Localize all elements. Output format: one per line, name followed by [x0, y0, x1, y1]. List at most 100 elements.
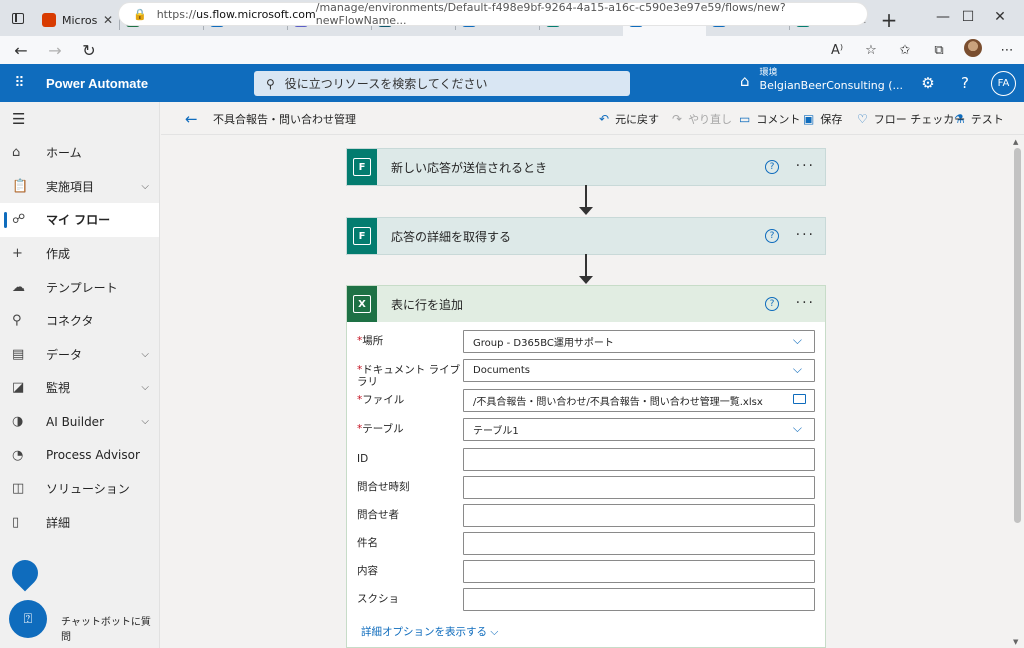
field-dropdown[interactable]: テーブル1 ⌵ [463, 418, 815, 441]
url-field[interactable]: 🔒 https://us.flow.microsoft.com/manage/e… [118, 1, 868, 27]
chevron-down-icon[interactable]: ⌵ [141, 416, 149, 427]
field-input[interactable] [463, 504, 815, 527]
app-launcher-icon[interactable]: ⠿ [0, 75, 40, 91]
search-input[interactable]: ⚲ 役に立つリソースを検索してください [254, 71, 630, 96]
nav-item[interactable]: ◫ ソリューション [0, 472, 159, 506]
back-icon[interactable]: ← [4, 36, 38, 64]
field-input[interactable] [463, 532, 815, 555]
field-label: 内容 [357, 565, 467, 577]
help-icon[interactable]: ? [947, 64, 983, 102]
hamburger-menu-icon[interactable]: ☰ [0, 102, 159, 136]
url-host: us.flow.microsoft.com [196, 7, 316, 21]
redo-button[interactable]: ↷ やり直し [672, 111, 732, 127]
folder-icon[interactable] [793, 394, 806, 404]
field-label-text: 内容 [357, 565, 378, 577]
collections-icon[interactable]: ⧉ [922, 43, 956, 58]
app-name[interactable]: Power Automate [46, 76, 148, 91]
help-icon[interactable]: ? [765, 160, 779, 174]
nav-item[interactable]: ☍ マイ フロー [0, 203, 159, 237]
nav-item[interactable]: ☁ テンプレート [0, 270, 159, 304]
field-label: *ファイル [357, 394, 467, 406]
field-label: スクショ [357, 593, 467, 605]
more-options-icon[interactable]: ··· [796, 158, 815, 174]
form-row: 問合せ時刻 [347, 476, 827, 500]
test-button[interactable]: ⚗ テスト [954, 111, 1004, 127]
save-icon: ▣ [803, 112, 815, 126]
field-input[interactable] [463, 448, 815, 471]
left-navigation: ☰ ⌂ ホーム 📋 実施項目 ⌵ ☍ マイ フロー + 作成 ☁ テンプレート ⚲ コネクタ ▤ データ ⌵ ◪… [0, 102, 160, 648]
close-window-icon[interactable]: ✕ [977, 0, 1023, 34]
scrollbar-thumb[interactable] [1014, 148, 1021, 523]
more-icon[interactable]: ⋯ [990, 43, 1024, 58]
field-dropdown[interactable]: Documents ⌵ [463, 359, 815, 382]
show-advanced-options-link[interactable]: 詳細オプションを表示する ⌵ [361, 624, 498, 639]
profile-avatar[interactable] [956, 39, 990, 61]
settings-icon[interactable]: ⚙ [910, 64, 946, 102]
browser-tab[interactable]: Micros ✕ [36, 4, 119, 36]
form-row: ID [347, 448, 827, 472]
flow-title[interactable]: 不具合報告・問い合わせ管理 [213, 111, 356, 127]
lock-icon[interactable]: 🔒 [133, 8, 147, 21]
undo-button[interactable]: ↶ 元に戻す [599, 111, 659, 127]
field-dropdown[interactable]: Group - D365BC運用サポート ⌵ [463, 330, 815, 353]
forward-icon[interactable]: → [38, 36, 72, 64]
nav-item-label: マイ フロー [46, 213, 111, 228]
clipboard-icon: 📋 [12, 178, 29, 194]
chevron-down-icon[interactable]: ⌵ [793, 362, 802, 377]
user-avatar[interactable]: FA [991, 71, 1016, 96]
nav-item[interactable]: ◔ Process Advisor [0, 438, 159, 472]
chevron-down-icon[interactable]: ⌵ [141, 349, 149, 360]
action-title: 表に行を追加 [391, 297, 464, 312]
nav-item[interactable]: ▯ 詳細 [0, 506, 159, 540]
scroll-down-icon[interactable]: ▼ [1013, 638, 1018, 646]
field-value: /不具合報告・問い合わせ/不具合報告・問い合わせ管理一覧.xlsx [473, 397, 763, 408]
nav-item[interactable]: + 作成 [0, 237, 159, 271]
get-response-details-card[interactable]: F 応答の詳細を取得する ? ··· [346, 217, 826, 255]
trigger-card[interactable]: F 新しい応答が送信されるとき ? ··· [346, 148, 826, 186]
chevron-down-icon[interactable]: ⌵ [793, 421, 802, 436]
nav-item[interactable]: ◪ 監視 ⌵ [0, 371, 159, 405]
chevron-down-icon[interactable]: ⌵ [141, 382, 149, 393]
more-options-icon[interactable]: ··· [796, 227, 815, 243]
new-tab-button[interactable]: + [873, 4, 905, 36]
field-input[interactable] [463, 476, 815, 499]
field-input[interactable] [463, 588, 815, 611]
form-row: 件名 [347, 532, 827, 556]
chevron-down-icon[interactable]: ⌵ [793, 333, 802, 348]
more-options-icon[interactable]: ··· [796, 295, 815, 311]
nav-item[interactable]: 📋 実施項目 ⌵ [0, 170, 159, 204]
help-icon[interactable]: ? [765, 229, 779, 243]
file-path-field[interactable]: /不具合報告・問い合わせ/不具合報告・問い合わせ管理一覧.xlsx [463, 389, 815, 412]
nav-item-label: 実施項目 [46, 179, 95, 194]
back-arrow-icon[interactable]: ← [185, 110, 198, 128]
comment-button[interactable]: ▭ コメント [739, 111, 800, 127]
nav-item[interactable]: ⌂ ホーム [0, 136, 159, 170]
read-aloud-icon[interactable]: A⁾ [820, 43, 854, 58]
nav-item-label: 監視 [46, 381, 71, 396]
refresh-icon[interactable]: ↻ [72, 36, 106, 64]
monitor-icon: ◪ [12, 380, 25, 396]
save-button[interactable]: ▣ 保存 [803, 111, 842, 127]
nav-item[interactable]: ◑ AI Builder ⌵ [0, 405, 159, 439]
field-label: *場所 [357, 335, 467, 347]
chevron-down-icon[interactable]: ⌵ [141, 181, 149, 192]
field-input[interactable] [463, 560, 815, 583]
favorite-star-icon[interactable]: ☆ [854, 43, 888, 58]
favorites-icon[interactable]: ✩ [888, 43, 922, 58]
help-icon[interactable]: ? [765, 297, 779, 311]
close-tab-icon[interactable]: ✕ [103, 13, 113, 27]
nav-item[interactable]: ▤ データ ⌵ [0, 338, 159, 372]
database-icon: ▤ [12, 346, 25, 362]
environment-picker[interactable]: ⌂ 環境 BelgianBeerConsulting (... [740, 68, 903, 93]
connector-icon: ⚲ [12, 313, 22, 329]
scroll-up-icon[interactable]: ▲ [1013, 138, 1018, 146]
tab-actions-icon[interactable] [0, 0, 36, 36]
nav-item-label: テンプレート [46, 280, 118, 295]
flow-checker-button[interactable]: ♡ フロー チェッカー [857, 111, 965, 127]
connector-line [585, 254, 587, 276]
field-value: Documents [473, 365, 531, 376]
forms-icon: F [347, 218, 377, 254]
nav-item[interactable]: ⚲ コネクタ [0, 304, 159, 338]
chatbot-button[interactable]: ⍰ [9, 600, 47, 638]
chatbot-label[interactable]: チャットボットに質問 [61, 613, 159, 643]
